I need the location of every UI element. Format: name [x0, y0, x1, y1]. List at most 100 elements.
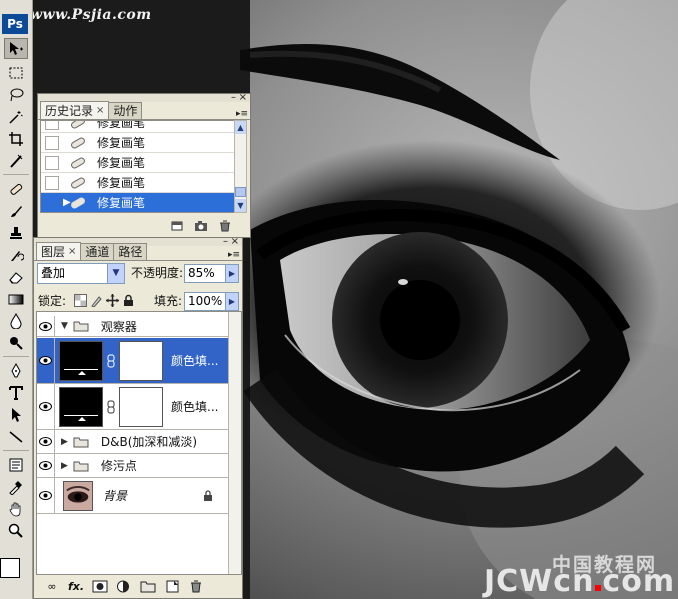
add-mask-icon[interactable] — [92, 580, 108, 593]
adjustment-layer-icon[interactable] — [116, 580, 132, 593]
path-selection-icon — [12, 407, 21, 422]
group-expanded-triangle-icon[interactable]: ▼ — [61, 321, 68, 331]
link-chain-icon[interactable] — [106, 354, 116, 368]
new-snapshot-icon[interactable] — [194, 220, 208, 232]
brush-tool[interactable] — [4, 200, 28, 221]
slice-tool[interactable] — [4, 150, 28, 171]
tab-actions[interactable]: 动作 — [108, 102, 143, 119]
panel-menu-icon[interactable]: ▸≡ — [228, 249, 240, 261]
group-collapsed-triangle-icon[interactable]: ▶ — [61, 437, 68, 447]
watermark-jcwcn-part-a: JCW — [484, 564, 554, 599]
history-brush-source-checkbox[interactable] — [45, 195, 59, 210]
lock-transparent-pixels-icon[interactable] — [74, 294, 87, 307]
visibility-eye-icon[interactable] — [37, 454, 55, 477]
history-brush-source-checkbox[interactable] — [45, 121, 59, 130]
history-item[interactable]: 修复画笔 — [41, 153, 235, 173]
layer-row[interactable]: 颜色填... — [37, 384, 241, 430]
new-group-icon[interactable] — [140, 580, 156, 593]
notes-tool[interactable] — [4, 454, 28, 475]
layer-row-selected[interactable]: 颜色填... — [37, 338, 241, 384]
layer-name: 观察器 — [100, 319, 137, 334]
scroll-up-arrow-icon[interactable]: ▲ — [235, 121, 246, 134]
gradient-tool[interactable] — [4, 288, 28, 309]
fill-layer-thumbnail[interactable] — [59, 386, 103, 427]
history-brush-tool[interactable] — [4, 244, 28, 265]
link-chain-icon[interactable] — [106, 400, 116, 414]
tab-channels[interactable]: 通道 — [80, 243, 115, 260]
new-layer-icon[interactable] — [164, 580, 180, 593]
visibility-eye-icon[interactable] — [37, 430, 55, 453]
lasso-tool[interactable] — [4, 84, 28, 105]
layer-group-row[interactable]: ▶ 修污点 — [37, 454, 241, 478]
close-icon[interactable]: × — [239, 93, 247, 103]
crop-tool[interactable] — [4, 128, 28, 149]
history-list[interactable]: 修复画笔 修复画笔 修复画笔 修复画笔 ▶ 修复画笔 — [40, 120, 236, 213]
blend-mode-select[interactable]: 叠加 ▼ — [37, 263, 125, 284]
chevron-down-icon: ▼ — [107, 264, 124, 283]
lock-position-icon[interactable] — [106, 294, 119, 307]
group-collapsed-triangle-icon[interactable]: ▶ — [61, 461, 68, 471]
move-tool[interactable] — [4, 38, 28, 59]
fx-icon[interactable]: fx. — [68, 580, 84, 593]
tab-paths[interactable]: 路径 — [113, 243, 148, 260]
hand-tool[interactable] — [4, 498, 28, 519]
fill-field[interactable]: 100% — [184, 292, 226, 311]
history-item-label: 修复画笔 — [97, 196, 146, 210]
tab-layers[interactable]: 图层 × — [36, 242, 82, 260]
panel-menu-icon[interactable]: ▸≡ — [236, 108, 248, 120]
dodge-tool[interactable] — [4, 332, 28, 353]
path-selection-tool[interactable] — [4, 404, 28, 425]
blend-mode-value: 叠加 — [41, 266, 66, 280]
clone-stamp-tool[interactable] — [4, 222, 28, 243]
history-item[interactable]: 修复画笔 — [41, 133, 235, 153]
zoom-tool[interactable] — [4, 520, 28, 541]
fill-slider-button[interactable]: ▶ — [225, 292, 239, 311]
tab-close-icon[interactable]: × — [68, 244, 76, 260]
magic-wand-tool[interactable] — [4, 106, 28, 127]
layer-row-background[interactable]: 背景 — [37, 478, 241, 514]
photoshop-logo[interactable]: Ps — [2, 14, 28, 34]
eraser-tool[interactable] — [4, 266, 28, 287]
eyedropper-tool[interactable] — [4, 476, 28, 497]
history-scrollbar[interactable]: ▲ ▼ — [234, 120, 247, 213]
layers-scrollbar[interactable] — [228, 312, 241, 574]
visibility-eye-icon[interactable] — [37, 316, 55, 336]
visibility-eye-icon[interactable] — [37, 478, 55, 513]
lock-image-pixels-icon[interactable] — [90, 294, 103, 308]
opacity-slider-button[interactable]: ▶ — [225, 264, 239, 283]
foreground-color-swatch[interactable] — [0, 558, 20, 578]
layer-group-row[interactable]: ▼ 观察器 — [37, 316, 241, 337]
blur-tool[interactable] — [4, 310, 28, 331]
fill-layer-thumbnail[interactable] — [59, 340, 103, 381]
scroll-thumb[interactable] — [235, 187, 246, 197]
lock-all-icon[interactable] — [122, 294, 135, 307]
tab-close-icon[interactable]: × — [96, 103, 104, 119]
layer-group-row[interactable]: ▶ D&B(加深和减淡) — [37, 430, 241, 454]
delete-state-icon[interactable] — [218, 220, 232, 232]
opacity-field[interactable]: 85% — [184, 264, 226, 283]
layer-list[interactable]: ▼ 观察器 颜色填... 颜色填... ▶ D&B(加深和减淡) ▶ 修污点 背… — [36, 311, 242, 575]
watermark-top: www.Psjia.com — [30, 7, 152, 23]
type-tool[interactable] — [4, 382, 28, 403]
tab-history[interactable]: 历史记录 × — [40, 101, 110, 119]
visibility-eye-icon[interactable] — [37, 384, 55, 429]
history-brush-source-checkbox[interactable] — [45, 155, 59, 170]
scroll-down-arrow-icon[interactable]: ▼ — [235, 199, 246, 212]
delete-layer-icon[interactable] — [188, 580, 204, 593]
layer-mask-thumbnail[interactable] — [119, 340, 163, 381]
pen-tool[interactable] — [4, 360, 28, 381]
history-brush-source-checkbox[interactable] — [45, 175, 59, 190]
marquee-tool[interactable] — [4, 62, 28, 83]
history-item[interactable]: 修复画笔 — [41, 121, 235, 133]
new-document-from-state-icon[interactable] — [170, 220, 184, 232]
history-item-selected[interactable]: ▶ 修复画笔 — [41, 193, 235, 212]
visibility-eye-icon[interactable] — [37, 338, 55, 383]
background-thumbnail[interactable] — [63, 480, 93, 511]
history-brush-source-checkbox[interactable] — [45, 135, 59, 150]
layer-mask-thumbnail[interactable] — [119, 386, 163, 427]
healing-brush-tool[interactable] — [4, 178, 28, 199]
history-item[interactable]: 修复画笔 — [41, 173, 235, 193]
link-layers-icon[interactable]: ∞ — [44, 580, 60, 593]
minimize-icon[interactable]: – — [231, 93, 236, 103]
line-tool[interactable] — [4, 426, 28, 447]
